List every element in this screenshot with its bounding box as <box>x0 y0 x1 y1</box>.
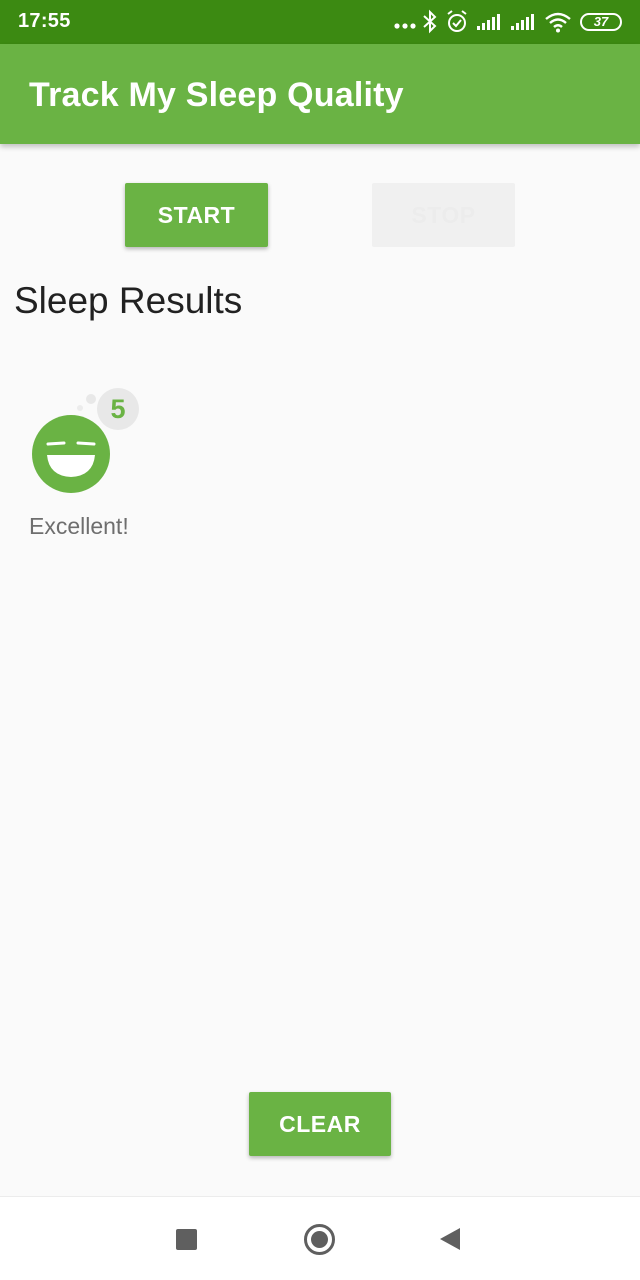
app-title: Track My Sleep Quality <box>29 76 404 114</box>
excellent-face-icon <box>31 414 111 494</box>
quality-label: Excellent! <box>29 513 129 539</box>
battery-level: 37 <box>593 14 609 29</box>
status-time: 17:55 <box>18 10 71 32</box>
wifi-icon <box>543 8 573 36</box>
sleep-result-item[interactable]: 5 Excellent! <box>20 380 150 550</box>
app-screen: 17:55 37 Track My Sleep Quality START ST… <box>0 0 640 1280</box>
more-dots-icon <box>393 8 419 36</box>
recents-icon[interactable] <box>176 1229 197 1250</box>
clear-button[interactable]: CLEAR <box>249 1092 391 1156</box>
status-bar: 17:55 37 <box>0 0 640 44</box>
results-heading: Sleep Results <box>14 280 243 321</box>
navigation-bar <box>0 1196 640 1280</box>
home-icon[interactable] <box>304 1224 335 1255</box>
signal-icon <box>476 8 502 36</box>
thought-bubble-medium <box>86 394 96 404</box>
stop-button[interactable]: STOP <box>372 183 515 247</box>
alarm-icon <box>445 8 469 36</box>
start-button[interactable]: START <box>125 183 268 247</box>
battery-icon: 37 <box>580 13 622 31</box>
signal-icon <box>510 8 536 36</box>
home-icon-dot <box>311 1231 328 1248</box>
back-icon[interactable] <box>440 1228 460 1250</box>
bluetooth-icon <box>420 8 440 36</box>
app-bar: Track My Sleep Quality <box>0 44 640 144</box>
thought-bubble-small <box>77 405 83 411</box>
